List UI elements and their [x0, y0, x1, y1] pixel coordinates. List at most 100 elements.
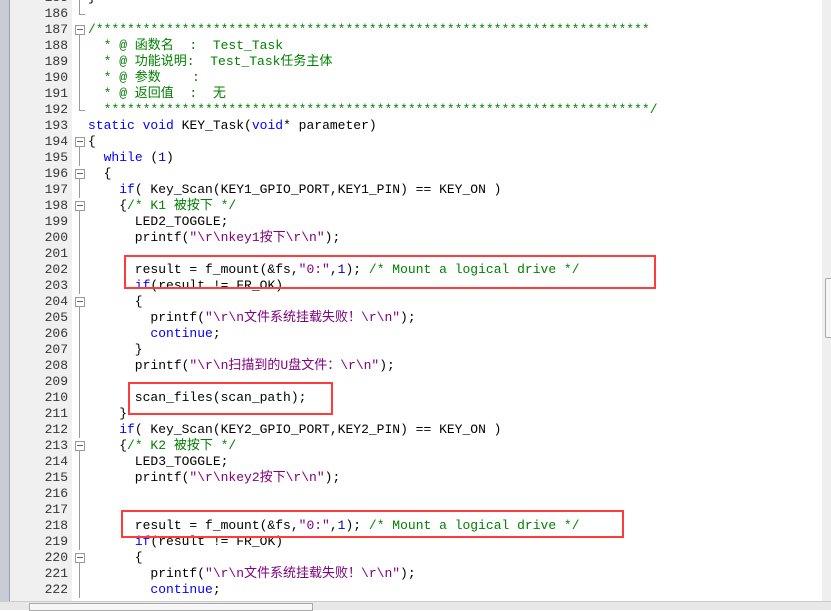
fold-collapse-icon[interactable]: [74, 550, 86, 566]
code-line[interactable]: 222 continue;: [0, 582, 822, 598]
fold-collapse-icon[interactable]: [74, 22, 86, 38]
code-line[interactable]: 210 scan_files(scan_path);: [0, 390, 822, 406]
code-text: printf("\r\n文件系统挂载失败！\r\n");: [88, 310, 416, 326]
code-text: LED2_TOGGLE;: [88, 214, 229, 230]
highlight-box-f-mount-1: [124, 255, 656, 289]
line-number: 212: [44, 422, 68, 437]
code-line[interactable]: 194 {: [0, 134, 822, 150]
code-line[interactable]: 197 if( Key_Scan(KEY1_GPIO_PORT,KEY1_PIN…: [0, 182, 822, 198]
fold-guide: [74, 374, 86, 390]
line-number: 216: [44, 486, 68, 501]
code-line[interactable]: 195 while (1): [0, 150, 822, 166]
code-text: ****************************************…: [88, 102, 658, 118]
code-token: );: [400, 310, 416, 325]
code-editor[interactable]: 185}186187/*****************************…: [0, 0, 822, 598]
code-token: {: [88, 438, 128, 453]
code-line[interactable]: 216: [0, 486, 822, 502]
code-line[interactable]: 193 static void KEY_Task(void* parameter): [0, 118, 822, 134]
fold-collapse-icon[interactable]: [74, 134, 86, 150]
comment-token: * @ 功能说明: Test_Task任务主体: [88, 54, 333, 69]
keyword-token: if: [119, 422, 135, 437]
code-line[interactable]: 221 printf("\r\n文件系统挂载失败！\r\n");: [0, 566, 822, 582]
horizontal-scrollbar-thumb[interactable]: [29, 603, 313, 611]
code-text: * @ 功能说明: Test_Task任务主体: [88, 54, 333, 70]
fold-guide: [74, 502, 86, 518]
code-line[interactable]: 207 }: [0, 342, 822, 358]
fold-guide: [74, 70, 86, 86]
fold-guide: [74, 214, 86, 230]
code-line[interactable]: 204 {: [0, 294, 822, 310]
code-text: while (1): [88, 150, 174, 166]
code-line[interactable]: 213 {/* K2 被按下 */: [0, 438, 822, 454]
line-number: 218: [44, 518, 68, 533]
code-line[interactable]: 212 if( Key_Scan(KEY2_GPIO_PORT,KEY2_PIN…: [0, 422, 822, 438]
code-text: printf("\r\n扫描到的U盘文件：\r\n");: [88, 358, 395, 374]
code-line[interactable]: 196 {: [0, 166, 822, 182]
code-line[interactable]: 191 * @ 返回值 : 无: [0, 86, 822, 102]
code-text: * @ 参数 :: [88, 70, 200, 86]
code-line[interactable]: 215 printf("\r\nkey2按下\r\n");: [0, 470, 822, 486]
comment-token: * @ 函数名 : Test_Task: [88, 38, 284, 53]
code-line[interactable]: 190 * @ 参数 :: [0, 70, 822, 86]
fold-guide: [74, 486, 86, 502]
code-line[interactable]: 200 printf("\r\nkey1按下\r\n");: [0, 230, 822, 246]
keyword-token: void: [142, 118, 174, 133]
code-line[interactable]: 198 {/* K1 被按下 */: [0, 198, 822, 214]
code-text: * @ 函数名 : Test_Task: [88, 38, 283, 54]
keyword-token: static: [88, 118, 135, 133]
string-token: "\r\nkey1按下\r\n": [189, 230, 325, 245]
fold-guide: [74, 358, 86, 374]
line-number: 204: [44, 294, 68, 309]
keyword-token: while: [103, 150, 143, 165]
vertical-scrollbar-thumb[interactable]: [825, 278, 831, 338]
code-line[interactable]: 189 * @ 功能说明: Test_Task任务主体: [0, 54, 822, 70]
line-number: 203: [44, 278, 68, 293]
line-number: 209: [44, 374, 68, 389]
line-number: 188: [44, 38, 68, 53]
code-line[interactable]: 206 continue;: [0, 326, 822, 342]
fold-collapse-icon[interactable]: [74, 198, 86, 214]
fold-collapse-icon[interactable]: [74, 438, 86, 454]
code-text: * @ 返回值 : 无: [88, 86, 226, 102]
line-number: 187: [44, 22, 68, 37]
code-line[interactable]: 186: [0, 6, 822, 22]
code-line[interactable]: 187 /************************************…: [0, 22, 822, 38]
fold-guide: [74, 6, 86, 22]
line-number: 207: [44, 342, 68, 357]
fold-guide: [74, 118, 86, 134]
line-number: 193: [44, 118, 68, 133]
code-token: printf(: [88, 566, 206, 581]
code-text: printf("\r\nkey2按下\r\n");: [88, 470, 340, 486]
line-number: 192: [44, 102, 68, 117]
code-line[interactable]: 208 printf("\r\n扫描到的U盘文件：\r\n");: [0, 358, 822, 374]
code-token: {: [88, 198, 128, 213]
code-line[interactable]: 188 * @ 函数名 : Test_Task: [0, 38, 822, 54]
highlight-box-scan-files: [128, 382, 333, 415]
code-token: ;: [212, 582, 221, 597]
line-number: 189: [44, 54, 68, 69]
fold-collapse-icon[interactable]: [74, 294, 86, 310]
comment-token: * @ 返回值 : 无: [88, 86, 226, 101]
string-token: "\r\n文件系统挂载失败！\r\n": [205, 310, 401, 325]
code-text: {: [88, 550, 143, 566]
line-number: 196: [44, 166, 68, 181]
code-line[interactable]: 192 ************************************…: [0, 102, 822, 118]
line-number: 199: [44, 214, 68, 229]
line-number: 195: [44, 150, 68, 165]
code-token: printf(: [88, 358, 190, 373]
fold-guide: [74, 38, 86, 54]
line-number: 202: [44, 262, 68, 277]
fold-guide: [74, 406, 86, 422]
code-line[interactable]: 209: [0, 374, 822, 390]
code-text: static void KEY_Task(void* parameter): [88, 118, 377, 134]
code-line[interactable]: 214 LED3_TOGGLE;: [0, 454, 822, 470]
code-line[interactable]: 199 LED2_TOGGLE;: [0, 214, 822, 230]
line-number: 221: [44, 566, 68, 581]
line-number: 206: [44, 326, 68, 341]
code-line[interactable]: 220 {: [0, 550, 822, 566]
fold-collapse-icon[interactable]: [74, 166, 86, 182]
code-line[interactable]: 205 printf("\r\n文件系统挂载失败！\r\n");: [0, 310, 822, 326]
code-line[interactable]: 211 }: [0, 406, 822, 422]
keyword-token: continue: [150, 326, 213, 341]
